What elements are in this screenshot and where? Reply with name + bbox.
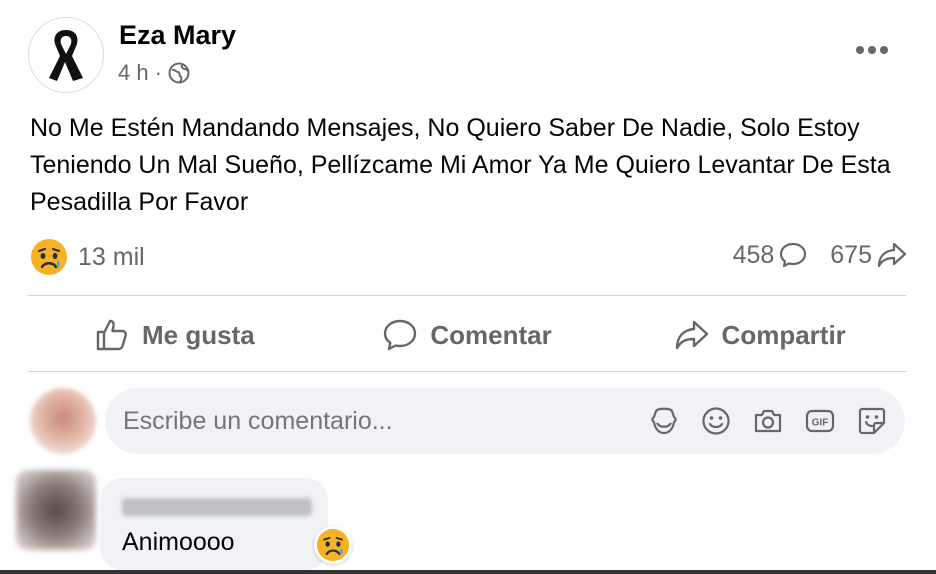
author-name[interactable]: Eza Mary	[119, 20, 236, 51]
emoji-icon[interactable]	[699, 404, 733, 438]
divider	[28, 371, 906, 372]
like-label: Me gusta	[141, 319, 255, 350]
post-card: Eza Mary 4 h · No Me Estén Mandando Mens…	[0, 0, 936, 574]
more-options-button[interactable]	[852, 34, 892, 66]
comment-composer[interactable]: GIF	[105, 388, 905, 454]
like-button[interactable]: Me gusta	[28, 300, 321, 370]
reaction-summary[interactable]: 13 mil	[30, 238, 145, 276]
comment-label: Comentar	[430, 319, 552, 350]
comment-bubble: Animoooo	[100, 478, 328, 570]
sticker-icon[interactable]	[855, 404, 889, 438]
post-text: No Me Estén Mandando Mensajes, No Quiero…	[30, 114, 891, 216]
more-dots-icon	[856, 46, 888, 54]
current-user-avatar[interactable]	[30, 388, 96, 454]
comment-count: 458	[732, 240, 775, 269]
post-time[interactable]: 4 h	[118, 60, 149, 86]
black-ribbon-icon	[49, 30, 83, 81]
post-meta: 4 h ·	[118, 60, 190, 86]
share-arrow-icon	[877, 242, 907, 268]
commenter-name-redacted[interactable]	[122, 498, 312, 516]
share-count: 675	[830, 240, 872, 269]
comments-stat[interactable]: 458	[733, 240, 809, 270]
reaction-count: 13 mil	[78, 242, 145, 271]
thumbs-up-icon	[96, 319, 127, 351]
share-button[interactable]: Compartir	[613, 300, 906, 370]
share-icon	[675, 320, 708, 350]
globe-icon[interactable]	[168, 62, 190, 84]
action-bar: Me gusta Comentar Compartir	[28, 300, 906, 370]
comment-bubble-icon	[780, 242, 807, 268]
gif-icon[interactable]: GIF	[803, 404, 837, 438]
sad-face-icon	[316, 528, 350, 562]
comment-input[interactable]	[121, 406, 647, 436]
svg-text:GIF: GIF	[812, 418, 829, 429]
composer-tools: GIF	[647, 404, 889, 438]
camera-icon[interactable]	[751, 404, 785, 438]
sad-face-icon	[31, 239, 67, 275]
author-avatar[interactable]	[28, 17, 104, 93]
shares-stat[interactable]: 675	[830, 240, 908, 270]
share-label: Compartir	[721, 319, 846, 350]
comment-text: Animoooo	[122, 528, 235, 556]
divider	[28, 295, 906, 296]
comment-button[interactable]: Comentar	[321, 300, 614, 370]
meta-separator: ·	[154, 60, 162, 85]
comment-reaction[interactable]	[314, 526, 352, 564]
commenter-avatar[interactable]	[16, 470, 96, 550]
avatar-sticker-icon[interactable]	[647, 404, 681, 438]
engagement-stats: 458 675	[733, 240, 908, 270]
bottom-edge	[0, 570, 936, 574]
comment-icon	[384, 319, 417, 351]
